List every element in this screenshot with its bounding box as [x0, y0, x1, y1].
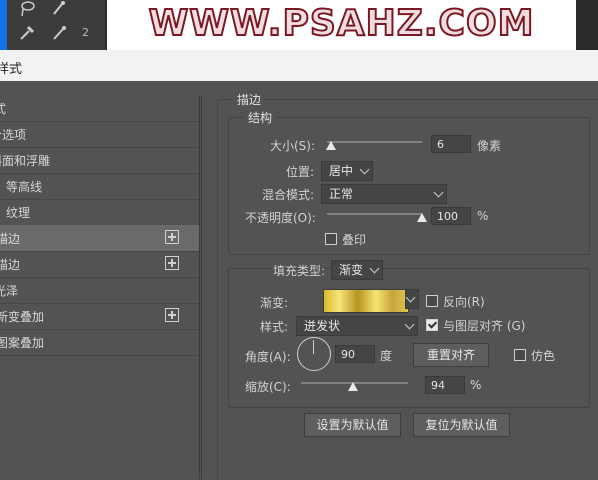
style-list-item-blending-options[interactable]: 合选项 — [0, 121, 199, 148]
style-list-item-styles[interactable]: 式 — [0, 95, 199, 122]
scale-input[interactable]: 94 — [425, 376, 465, 394]
style-list-item-pattern-overlay[interactable]: 图案叠加 — [0, 329, 199, 356]
opacity-label: 不透明度(O): — [245, 211, 316, 225]
overprint-checkbox[interactable] — [325, 233, 337, 245]
fill-type-value: 渐变 — [339, 263, 364, 277]
add-stroke-icon[interactable] — [165, 230, 179, 244]
align-with-layer-label: 与图层对齐 (G) — [443, 319, 526, 333]
blend-mode-label: 混合模式: — [262, 188, 315, 202]
tool-number: 2 — [82, 26, 89, 39]
size-label: 大小(S): — [270, 139, 316, 153]
add-stroke-icon[interactable] — [165, 256, 179, 270]
style-list-label: 描边 — [0, 258, 21, 272]
position-select[interactable]: 居中 — [321, 161, 373, 181]
style-list-item-contour[interactable]: 等高线 — [0, 173, 199, 200]
right-panel-strip — [576, 0, 598, 50]
style-list-item-stroke-2[interactable]: 描边 — [0, 251, 199, 278]
style-list-label: 式 — [0, 102, 7, 116]
reset-default-button[interactable]: 复位为默认值 — [413, 413, 510, 437]
opacity-slider[interactable] — [327, 213, 422, 215]
reset-alignment-button[interactable]: 重置对齐 — [413, 343, 489, 367]
chevron-down-icon — [359, 164, 370, 175]
size-input[interactable]: 6 — [431, 135, 471, 153]
gradient-label: 渐变: — [260, 296, 289, 310]
style-list-label: 纹理 — [6, 206, 31, 220]
style-list-item-stroke-1[interactable]: 描边 — [0, 225, 199, 252]
fill-type-select[interactable]: 渐变 — [331, 260, 383, 280]
angle-dial[interactable] — [297, 337, 331, 371]
fill-type-label: 填充类型: — [273, 264, 326, 278]
style-value: 迸发状 — [304, 319, 341, 333]
chevron-down-icon — [405, 292, 416, 303]
dialog-titlebar[interactable]: 样式 — [0, 50, 598, 81]
structure-title: 结构 — [244, 109, 277, 126]
add-gradient-overlay-icon[interactable] — [165, 308, 179, 322]
style-list-label: 光泽 — [0, 284, 19, 298]
size-unit: 像素 — [477, 139, 502, 153]
blend-mode-value: 正常 — [329, 187, 354, 201]
position-label: 位置: — [286, 165, 315, 179]
gradient-preview[interactable] — [323, 289, 409, 313]
gradient-picker-button[interactable] — [405, 289, 419, 309]
style-select[interactable]: 迸发状 — [296, 316, 418, 336]
blend-mode-select[interactable]: 正常 — [321, 184, 447, 204]
dialog-title: 样式 — [0, 62, 23, 77]
style-label: 样式: — [260, 320, 289, 334]
opacity-slider-thumb[interactable] — [417, 213, 427, 222]
dither-label: 仿色 — [531, 349, 556, 363]
toolbar: 2 — [0, 0, 105, 50]
scale-label: 缩放(C): — [245, 380, 291, 394]
toolbar-accent — [0, 0, 7, 50]
scale-unit: % — [470, 378, 482, 392]
reverse-checkbox[interactable] — [426, 295, 438, 307]
style-list-label: 图案叠加 — [0, 336, 45, 350]
style-list: 式 合选项 斜面和浮雕 等高线 纹理 描边 描边 光泽 新变叠加 图案叠加 — [0, 95, 200, 479]
align-with-layer-checkbox[interactable] — [426, 319, 438, 331]
position-value: 居中 — [329, 164, 354, 178]
banner-text: WWW.PSAHZ.COM — [148, 2, 535, 45]
chevron-down-icon — [404, 319, 415, 330]
chevron-down-icon — [433, 187, 444, 198]
eyedropper-icon[interactable] — [18, 24, 36, 42]
angle-input[interactable]: 90 — [335, 345, 375, 363]
chevron-down-icon — [369, 263, 380, 274]
opacity-unit: % — [477, 209, 489, 223]
style-list-item-satin[interactable]: 光泽 — [0, 277, 199, 304]
style-list-label: 合选项 — [0, 128, 27, 142]
lasso-icon[interactable] — [18, 0, 36, 18]
angle-label: 角度(A): — [245, 350, 291, 364]
panel-divider — [201, 95, 202, 479]
angle-unit: 度 — [380, 349, 393, 363]
scale-slider-thumb[interactable] — [348, 382, 359, 391]
canvas-banner: WWW.PSAHZ.COM — [107, 0, 576, 50]
size-slider-thumb[interactable] — [325, 141, 336, 150]
dither-checkbox[interactable] — [514, 349, 526, 361]
brush-icon[interactable] — [50, 24, 68, 42]
style-list-label: 新变叠加 — [0, 310, 45, 324]
set-default-button[interactable]: 设置为默认值 — [304, 413, 401, 437]
size-slider[interactable] — [327, 141, 422, 143]
style-list-label: 斜面和浮雕 — [0, 154, 51, 168]
style-list-item-gradient-overlay[interactable]: 新变叠加 — [0, 303, 199, 330]
style-list-label: 描边 — [0, 232, 21, 246]
overprint-label: 叠印 — [342, 233, 367, 247]
style-list-label: 等高线 — [6, 180, 43, 194]
opacity-input[interactable]: 100 — [431, 207, 471, 225]
style-list-item-texture[interactable]: 纹理 — [0, 199, 199, 226]
style-list-item-bevel-emboss[interactable]: 斜面和浮雕 — [0, 147, 199, 174]
quick-select-icon[interactable] — [50, 0, 68, 18]
stroke-section-title: 描边 — [233, 91, 266, 108]
reverse-label: 反向(R) — [443, 295, 485, 309]
